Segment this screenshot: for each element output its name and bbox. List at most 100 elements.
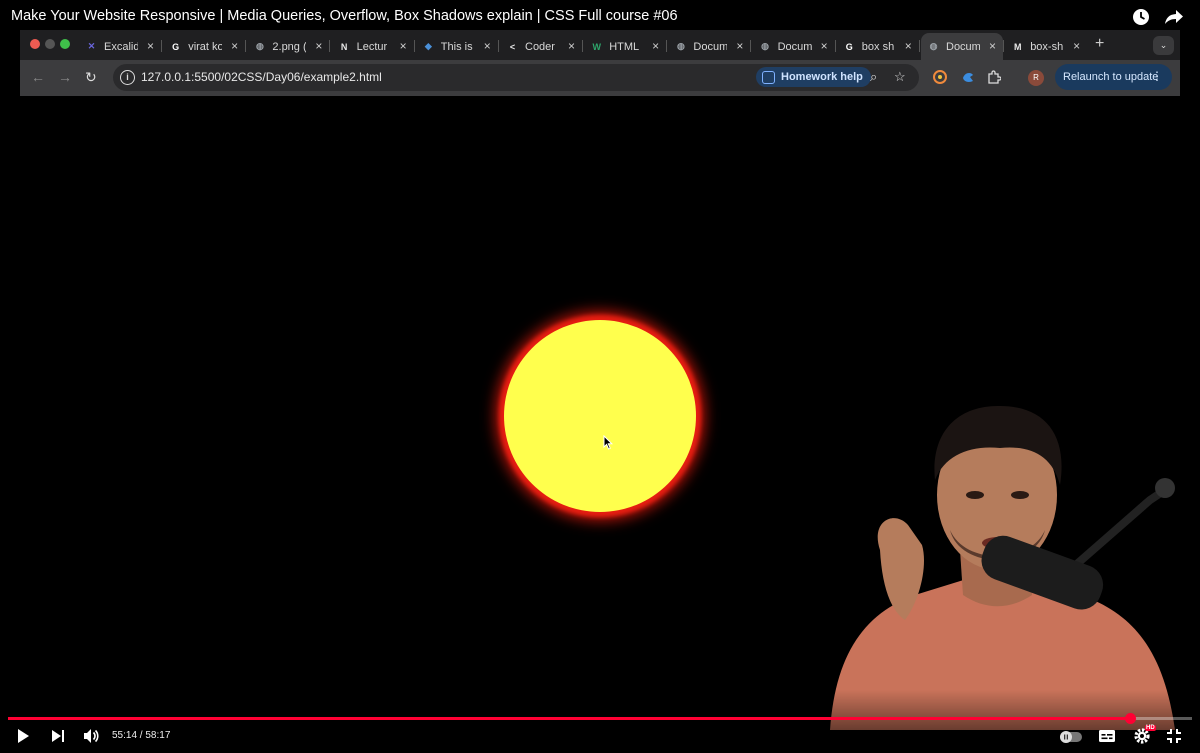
extension-color-icon[interactable]	[933, 70, 947, 84]
tab-label: 2.png (	[272, 40, 307, 53]
tab-label: Lectur	[356, 40, 388, 53]
browser-tab[interactable]: Mbox-sh ×	[1005, 33, 1087, 60]
homework-help-label: Homework help	[781, 71, 863, 83]
subtitles-icon[interactable]	[1098, 729, 1116, 743]
new-tab-button[interactable]: +	[1095, 35, 1104, 53]
tab-separator	[582, 40, 583, 52]
globe-icon: ◍	[761, 41, 770, 51]
tab-separator	[497, 40, 499, 52]
close-tab-icon[interactable]: ×	[652, 39, 659, 53]
tab-separator	[918, 40, 920, 52]
tab-separator	[834, 40, 836, 52]
tab-separator	[413, 40, 415, 52]
browser-tab[interactable]: N Lectur ×	[332, 33, 414, 60]
browser-tab[interactable]: ◆ This is ×	[416, 33, 498, 60]
close-tab-icon[interactable]: ×	[147, 39, 154, 53]
close-tab-icon[interactable]: ×	[315, 39, 322, 53]
browser-tab[interactable]: ◍ Docum ×	[753, 33, 835, 60]
close-tab-icon[interactable]: ×	[905, 39, 912, 53]
video-title-bar: Make Your Website Responsive | Media Que…	[0, 0, 1200, 32]
close-tab-icon[interactable]: ×	[989, 39, 996, 53]
autoplay-toggle-icon[interactable]	[1060, 731, 1082, 743]
close-tab-icon[interactable]: ×	[484, 39, 491, 53]
close-tab-icon[interactable]: ×	[821, 39, 828, 53]
homework-help-button[interactable]: Homework help	[756, 67, 871, 87]
browser-tab[interactable]: W HTML ×	[584, 33, 666, 60]
diamond-icon: ◆	[424, 41, 432, 51]
back-button[interactable]: ←	[31, 69, 45, 85]
tab-strip: ✕ Excalid × Gvirat ko × ◍ 2.png ( × N Lectur × ◆ Thi…	[20, 30, 1180, 60]
browser-tab[interactable]: ✕ Excalid ×	[79, 33, 161, 60]
browser-tab[interactable]: ◍ Docum ×	[921, 33, 1003, 60]
close-tab-icon[interactable]: ×	[400, 39, 407, 53]
webflow-icon: W	[592, 41, 601, 52]
extensions-puzzle-icon[interactable]	[987, 70, 1001, 84]
current-time: 55:14	[112, 730, 138, 741]
hd-badge: HD	[1145, 725, 1156, 731]
tab-label: virat ko	[188, 40, 223, 53]
close-tab-icon[interactable]: ×	[568, 39, 575, 53]
tab-separator	[161, 40, 162, 52]
mouse-cursor-icon	[603, 435, 613, 450]
progress-scrubber[interactable]	[1125, 713, 1137, 724]
duration: 58:17	[145, 730, 171, 741]
browser-tab[interactable]: Gvirat ko ×	[163, 33, 245, 60]
more-menu-icon[interactable]: ⋮	[1151, 69, 1163, 83]
close-window-button[interactable]	[30, 39, 40, 49]
browser-toolbar: ← → ↻ i 127.0.0.1:5500/02CSS/Day06/examp…	[20, 60, 1180, 96]
tab-label: Coder	[525, 40, 555, 53]
time-display: 55:14 / 58:17	[112, 730, 170, 741]
tab-separator	[666, 40, 668, 52]
watch-later-icon[interactable]	[1131, 7, 1151, 27]
globe-icon: ◍	[676, 41, 685, 51]
relaunch-label: Relaunch to update	[1063, 71, 1159, 83]
reload-button[interactable]: ↻	[85, 69, 97, 86]
volume-icon[interactable]	[82, 727, 100, 745]
address-bar[interactable]: i 127.0.0.1:5500/02CSS/Day06/example2.ht…	[113, 64, 919, 91]
progress-bar[interactable]	[8, 713, 1192, 724]
progress-played	[8, 717, 1131, 720]
browser-window: ✕ Excalid × Gvirat ko × ◍ 2.png ( × N Lectur × ◆ Thi…	[20, 30, 1180, 96]
tab-search-button[interactable]: ⌄	[1153, 36, 1174, 55]
tab-separator	[1003, 40, 1004, 52]
google-icon: G	[172, 41, 180, 52]
shadowed-circle	[504, 320, 696, 512]
close-tab-icon[interactable]: ×	[736, 39, 743, 53]
excalidraw-icon: ✕	[87, 41, 96, 51]
relaunch-to-update-button[interactable]: Relaunch to update ⋮	[1055, 64, 1172, 90]
minimize-window-button[interactable]	[45, 39, 55, 49]
homework-help-icon	[762, 70, 775, 84]
browser-tab[interactable]: < Coder ×	[500, 33, 582, 60]
browser-tab[interactable]: ◍ Docum ×	[668, 33, 750, 60]
browser-tab[interactable]: ◍ 2.png ( ×	[247, 33, 329, 60]
extension-bird-icon[interactable]	[961, 70, 975, 84]
video-title[interactable]: Make Your Website Responsive | Media Que…	[11, 8, 678, 24]
forward-button[interactable]: →	[58, 69, 72, 85]
globe-icon: ◍	[255, 41, 264, 51]
tab-label: Docum	[693, 40, 728, 53]
tab-label: Docum	[777, 40, 812, 53]
notion-icon: N	[340, 41, 348, 52]
tab-label: This is	[440, 40, 473, 53]
tab-separator	[245, 40, 247, 52]
bookmark-star-icon[interactable]: ☆	[894, 69, 906, 85]
exit-fullscreen-icon[interactable]	[1166, 728, 1182, 744]
medium-icon: M	[1013, 41, 1022, 52]
close-tab-icon[interactable]: ×	[1073, 39, 1080, 53]
site-info-icon[interactable]: i	[120, 70, 135, 85]
player-controls	[0, 690, 1200, 753]
url-text[interactable]: 127.0.0.1:5500/02CSS/Day06/example2.html	[141, 70, 382, 84]
close-tab-icon[interactable]: ×	[231, 39, 238, 53]
tab-label: HTML	[609, 40, 640, 53]
browser-tab[interactable]: Gbox sh ×	[837, 33, 919, 60]
tab-separator	[329, 40, 331, 52]
profile-avatar[interactable]: R	[1028, 70, 1044, 86]
tab-label: box sh	[861, 40, 895, 53]
share-icon[interactable]	[1164, 7, 1184, 27]
next-icon[interactable]	[50, 728, 66, 744]
zoom-icon[interactable]: ⌕	[870, 69, 877, 85]
tab-label: Excalid	[104, 40, 138, 53]
tab-label: Docum	[946, 40, 980, 53]
play-icon[interactable]	[15, 728, 31, 744]
maximize-window-button[interactable]	[60, 39, 70, 49]
